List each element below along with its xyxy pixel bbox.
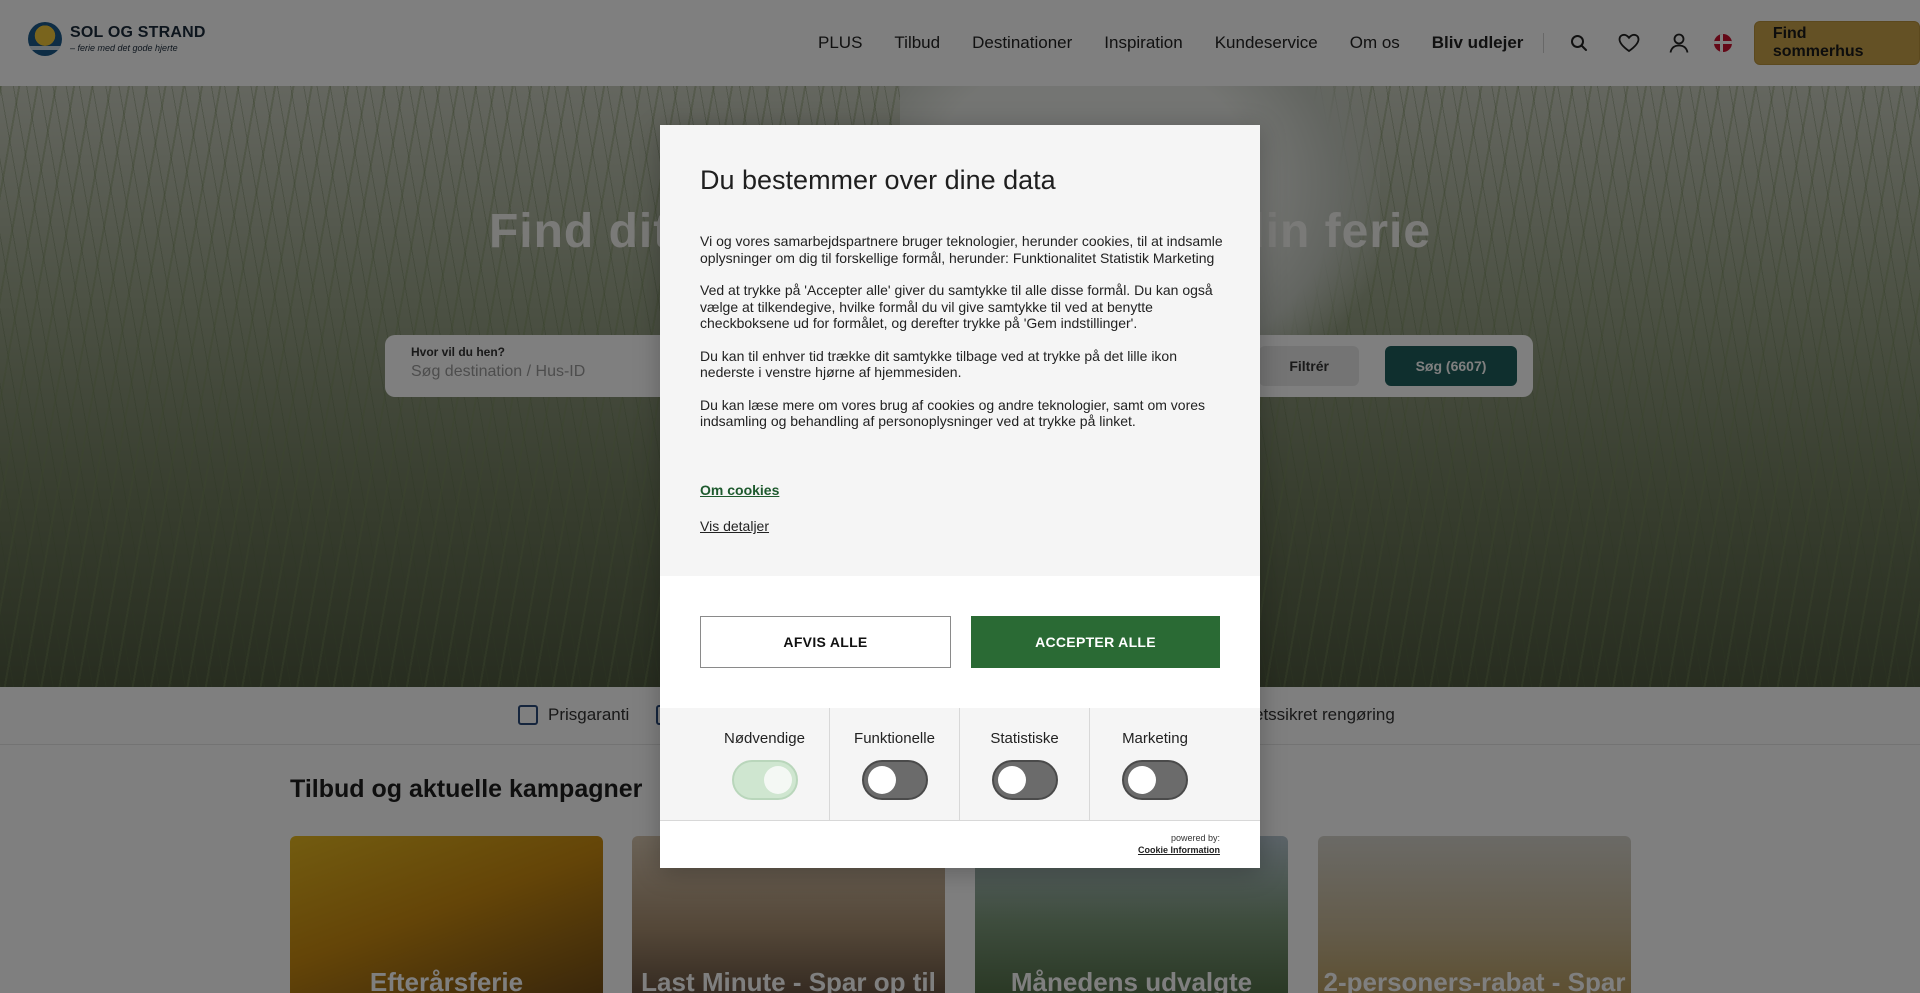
category-label: Marketing [1122, 730, 1188, 747]
category-funktionelle: Funktionelle [830, 708, 960, 821]
consent-info-panel: Du bestemmer over dine data Vi og vores … [660, 125, 1260, 576]
category-nodvendige: Nødvendige [700, 708, 830, 821]
toggle-knob [998, 766, 1026, 794]
consent-paragraph: Du kan læse mere om vores brug af cookie… [700, 396, 1206, 430]
powered-by: powered by: Cookie Information [1138, 832, 1220, 856]
marketing-toggle[interactable] [1122, 760, 1188, 800]
toggle-knob [764, 766, 792, 794]
category-marketing: Marketing [1090, 708, 1220, 821]
statistiske-toggle[interactable] [992, 760, 1058, 800]
category-label: Nødvendige [724, 730, 805, 747]
cookie-information-link[interactable]: Cookie Information [1138, 844, 1220, 856]
toggle-knob [868, 766, 896, 794]
accept-all-button[interactable]: ACCEPTER ALLE [971, 616, 1220, 668]
category-label: Funktionelle [854, 730, 935, 747]
consent-categories: Nødvendige Funktionelle Statistiske Mark… [660, 708, 1260, 821]
consent-body: Vi og vores samarbejdspartnere bruger te… [700, 233, 1228, 446]
consent-paragraph: Du kan til enhver tid trække dit samtykk… [700, 347, 1177, 381]
powered-by-label: powered by: [1170, 833, 1220, 843]
consent-title: Du bestemmer over dine data [700, 165, 1056, 195]
category-label: Statistiske [990, 730, 1059, 747]
vis-detaljer-link[interactable]: Vis detaljer [700, 518, 769, 534]
nodvendige-toggle[interactable] [732, 760, 798, 800]
om-cookies-link[interactable]: Om cookies [700, 482, 779, 498]
consent-paragraph: Ved at trykke på 'Accepter alle' giver d… [700, 282, 1213, 331]
category-statistiske: Statistiske [960, 708, 1090, 821]
reject-all-button[interactable]: AFVIS ALLE [700, 616, 951, 668]
consent-paragraph: Vi og vores samarbejdspartnere bruger te… [700, 233, 1223, 266]
cookie-consent-dialog: Du bestemmer over dine data Vi og vores … [660, 125, 1260, 868]
funktionelle-toggle[interactable] [862, 760, 928, 800]
toggle-knob [1128, 766, 1156, 794]
